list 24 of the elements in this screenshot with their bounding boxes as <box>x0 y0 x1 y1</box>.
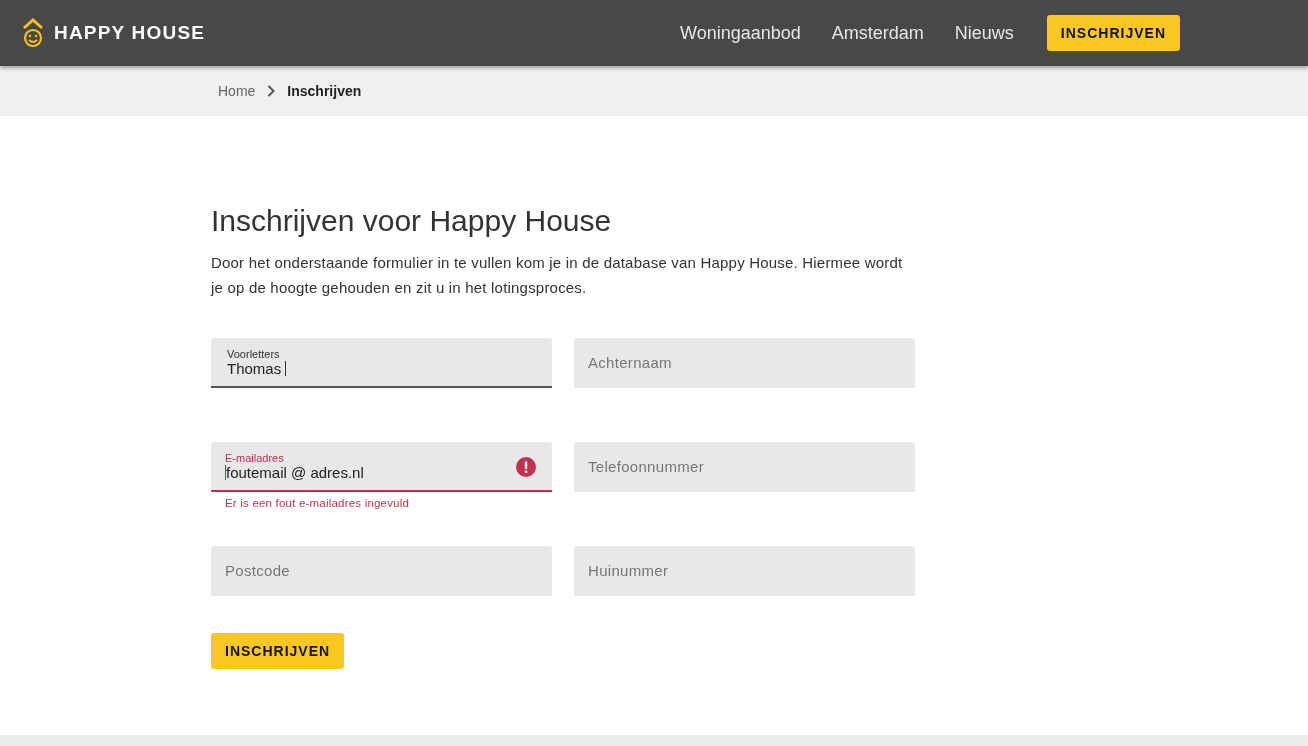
signup-button[interactable]: INSCHRIJVEN <box>1046 15 1180 51</box>
smiley-house-icon <box>22 18 44 48</box>
breadcrumb-link[interactable]: Inschrijven <box>287 83 362 99</box>
field-value: foutemail @ adres.nl <box>226 463 364 481</box>
field-label: Voorletters <box>227 347 281 360</box>
nav-link[interactable]: Nieuws <box>954 22 1014 44</box>
field-label: E-mailadres <box>225 451 285 464</box>
nav-link[interactable]: Amsterdam <box>831 22 924 44</box>
intro-text: Door het onderstaande formulier in te vullen kom je in de database van Happy House. Hiermee wordt je op de hoogte gehouden en zit u in het lotingsproces. <box>211 253 904 298</box>
error-message: Er is een fout e-mailadres ingevuld <box>225 497 411 509</box>
breadcrumb-link[interactable]: Home <box>218 83 256 99</box>
brand-name: HAPPY HOUSE <box>54 22 206 44</box>
input-field[interactable]: E-mailadres foutemail @ adres.nl <box>211 442 552 492</box>
input-field[interactable]: Huinummer <box>574 546 915 596</box>
error-icon <box>516 457 536 477</box>
nav-link[interactable]: Woningaanbod <box>680 22 801 44</box>
input-field[interactable]: Postcode <box>211 546 552 596</box>
input-field[interactable]: Telefoonnummer <box>574 442 915 492</box>
chevron-right-icon <box>267 85 276 97</box>
input-field[interactable]: Voorletters Thomas <box>211 338 552 388</box>
page-title: Inschrijven voor Happy House <box>211 204 613 238</box>
submit-button[interactable]: INSCHRIJVEN <box>211 633 345 669</box>
field-value: Thomas <box>227 359 282 377</box>
input-field[interactable]: Achternaam <box>574 338 915 388</box>
